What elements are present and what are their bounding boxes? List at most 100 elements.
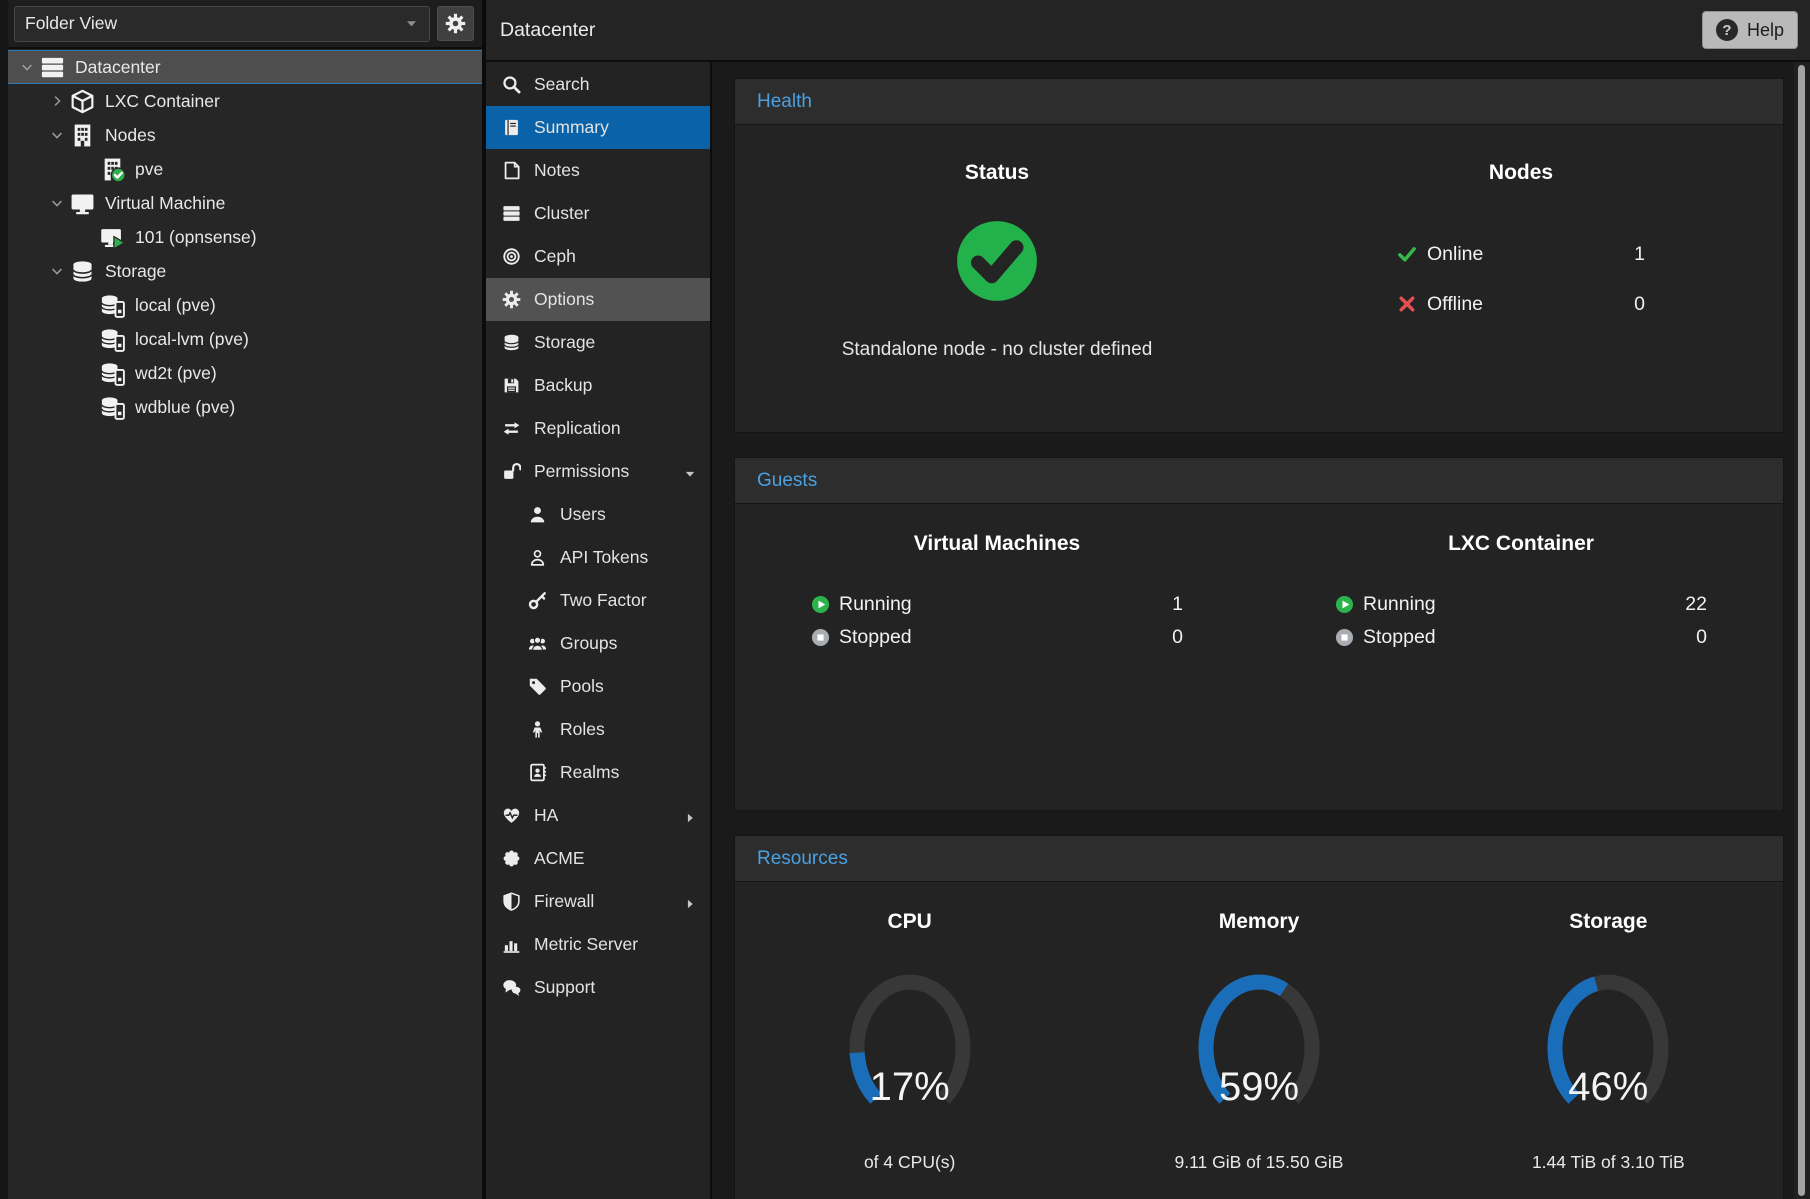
menu-item-pools[interactable]: Pools [486, 665, 710, 708]
menu-item-icon-wrap [528, 634, 547, 653]
menu-item-replication[interactable]: Replication [486, 407, 710, 450]
menu-item-label: Notes [534, 160, 580, 181]
menu-item-storage[interactable]: Storage [486, 321, 710, 364]
question-icon: ? [1716, 19, 1738, 41]
expander-down-icon-wrap[interactable] [46, 196, 68, 210]
tree-settings-button[interactable] [437, 6, 474, 41]
menu-item-icon-wrap [502, 247, 521, 266]
expander-down-icon-wrap[interactable] [16, 60, 38, 74]
menu-item-api-tokens[interactable]: API Tokens [486, 536, 710, 579]
tag-icon [528, 677, 547, 696]
menu-item-icon-wrap [528, 505, 547, 524]
resources-card-body: CPU17%of 4 CPU(s)Memory59%9.11 GiB of 15… [735, 882, 1783, 1199]
tree-item-datacenter[interactable]: Datacenter [8, 50, 482, 84]
menu-item-label: Roles [560, 719, 605, 740]
menu-item-label: Firewall [534, 891, 594, 912]
menu-item-icon-wrap [502, 806, 521, 825]
tree-item-storage[interactable]: Storage [8, 254, 482, 288]
gauge-title: CPU [735, 910, 1084, 934]
gauge-percent-value: 59% [1189, 1067, 1329, 1107]
menu-item-label: Metric Server [534, 934, 638, 955]
memory-gauge: Memory59%9.11 GiB of 15.50 GiB [1084, 910, 1433, 1199]
menu-item-two-factor[interactable]: Two Factor [486, 579, 710, 622]
tree-item-local-lvm-pve[interactable]: local-lvm (pve) [8, 322, 482, 356]
menu-item-roles[interactable]: Roles [486, 708, 710, 751]
gear-icon [502, 290, 521, 309]
tree-item-101-opnsense[interactable]: 101 (opnsense) [8, 220, 482, 254]
guest-status-row-virtual-machines-running: Running1 [811, 588, 1183, 621]
guest-status-label: Stopped [839, 626, 912, 649]
menu-item-realms[interactable]: Realms [486, 751, 710, 794]
guest-status-row-lxc-container-running: Running22 [1335, 588, 1707, 621]
nodes-rows: Online1Offline0 [1397, 235, 1645, 323]
database-drive-icon [100, 327, 125, 352]
tree-item-wd2t-pve[interactable]: wd2t (pve) [8, 356, 482, 390]
note-icon [502, 161, 521, 180]
storage-gauge: Storage46%1.44 TiB of 3.10 TiB [1434, 910, 1783, 1199]
menu-item-cluster[interactable]: Cluster [486, 192, 710, 235]
menu-item-label: Pools [560, 676, 604, 697]
menu-item-ha[interactable]: HA [486, 794, 710, 837]
expander-right-icon-wrap[interactable] [46, 94, 68, 108]
expander-down-icon-wrap[interactable] [46, 128, 68, 142]
play-circle-icon [811, 595, 830, 614]
menu-item-acme[interactable]: ACME [486, 837, 710, 880]
cross-icon-wrap [1397, 294, 1417, 314]
tree-item-label: local-lvm (pve) [135, 329, 249, 350]
chevron-right-icon [50, 94, 64, 108]
tree-item-pve[interactable]: pve [8, 152, 482, 186]
cross-icon [1397, 294, 1417, 314]
content-row: SearchSummaryNotesClusterCephOptionsStor… [486, 62, 1810, 1199]
server-stack-icon [502, 204, 521, 223]
cpu-gauge: CPU17%of 4 CPU(s) [735, 910, 1084, 1199]
chevron-down-icon [404, 16, 419, 31]
menu-item-options[interactable]: Options [486, 278, 710, 321]
menu-item-permissions[interactable]: Permissions [486, 450, 710, 493]
submenu-expanded-arrow [683, 465, 697, 479]
person-icon [528, 720, 547, 739]
stop-circle-icon [1335, 628, 1354, 647]
menu-item-metric-server[interactable]: Metric Server [486, 923, 710, 966]
tree-item-icon-wrap [70, 89, 95, 114]
menu-item-support[interactable]: Support [486, 966, 710, 1009]
tree-item-local-pve[interactable]: local (pve) [8, 288, 482, 322]
workspace: Datacenter ? Help Search Summary Notes Clus… [486, 0, 1810, 1199]
menu-item-label: Summary [534, 117, 609, 138]
tree-toolbar: Folder View [8, 0, 482, 47]
menu-item-ceph[interactable]: Ceph [486, 235, 710, 278]
menu-item-label: Permissions [534, 461, 629, 482]
tree-item-icon-wrap [70, 259, 95, 284]
menu-item-search[interactable]: Search [486, 63, 710, 106]
vertical-scrollbar[interactable] [1794, 62, 1810, 1199]
tree-item-label: Datacenter [75, 57, 161, 78]
gauge-capacity-label: 9.11 GiB of 15.50 GiB [1084, 1152, 1433, 1173]
view-selector[interactable]: Folder View [14, 6, 430, 42]
tree-item-lxc-container[interactable]: LXC Container [8, 84, 482, 118]
tree-item-virtual-machine[interactable]: Virtual Machine [8, 186, 482, 220]
menu-item-users[interactable]: Users [486, 493, 710, 536]
resources-card: Resources CPU17%of 4 CPU(s)Memory59%9.11… [734, 835, 1784, 1199]
nodes-title: Nodes [1259, 161, 1783, 185]
page-title: Datacenter [500, 19, 595, 42]
health-card: Health Status Standalone node - no clust… [734, 78, 1784, 433]
resources-card-header: Resources [735, 836, 1783, 882]
menu-item-summary[interactable]: Summary [486, 106, 710, 149]
ceph-icon [502, 247, 521, 266]
menu-item-groups[interactable]: Groups [486, 622, 710, 665]
expander-down-icon-wrap[interactable] [46, 264, 68, 278]
tree-item-icon-wrap [70, 123, 95, 148]
chart-bars-icon [502, 935, 521, 954]
help-button[interactable]: ? Help [1702, 11, 1798, 49]
menu-item-icon-wrap [502, 290, 521, 309]
guests-rows: Running22Stopped0 [1335, 588, 1707, 654]
menu-item-backup[interactable]: Backup [486, 364, 710, 407]
guests-column-virtual-machines: Virtual MachinesRunning1Stopped0 [735, 532, 1259, 810]
tree-item-icon-wrap [100, 361, 125, 386]
scrollbar-thumb[interactable] [1798, 65, 1805, 1196]
tree-item-wdblue-pve[interactable]: wdblue (pve) [8, 390, 482, 424]
menu-item-firewall[interactable]: Firewall [486, 880, 710, 923]
status-title: Status [735, 161, 1259, 185]
tree-item-nodes[interactable]: Nodes [8, 118, 482, 152]
menu-item-notes[interactable]: Notes [486, 149, 710, 192]
stop-circle-icon [811, 628, 830, 647]
